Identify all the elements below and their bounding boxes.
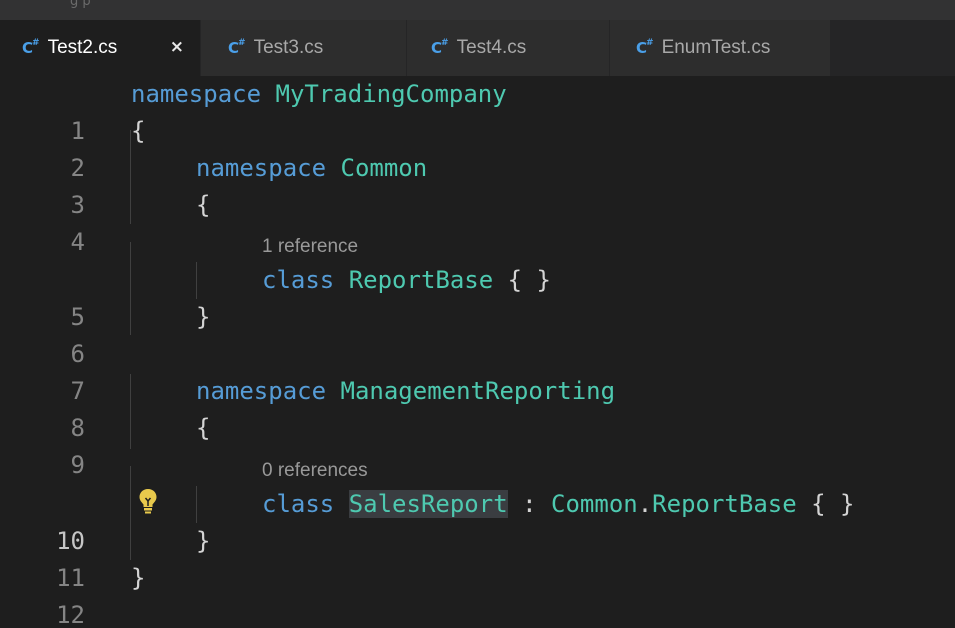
line-number: 9: [70, 451, 85, 479]
line-number: 12: [56, 601, 85, 628]
keyword-class: class: [262, 266, 335, 294]
code-line-6[interactable]: 6 }: [0, 299, 955, 368]
csharp-file-icon: C#: [22, 38, 39, 57]
code-content: class SalesReport : Common.ReportBase { …: [262, 486, 854, 523]
code-line-2[interactable]: 2 {: [0, 113, 955, 182]
class-body: { }: [796, 490, 855, 518]
base-class-reference: ReportBase: [652, 490, 797, 518]
code-line-1[interactable]: 1 namespace MyTradingCompany: [0, 76, 955, 145]
tab-label: Test4.cs: [456, 37, 527, 58]
tab-label: Test3.cs: [253, 37, 324, 58]
close-brace: }: [196, 527, 211, 555]
tab-enumtest[interactable]: C# EnumTest.cs: [610, 20, 830, 76]
code-line-7[interactable]: 7: [0, 336, 955, 405]
keyword-namespace: namespace: [131, 80, 262, 108]
csharp-file-icon: C#: [228, 38, 245, 57]
lightbulb-icon[interactable]: [138, 488, 158, 514]
code-content: namespace Common: [196, 150, 427, 187]
keyword-namespace: namespace: [196, 377, 327, 405]
csharp-file-icon: C#: [636, 38, 653, 57]
tab-test3[interactable]: C# Test3.cs: [201, 20, 406, 76]
code-content: namespace MyTradingCompany: [131, 76, 507, 113]
close-brace: }: [131, 564, 146, 592]
open-brace: {: [196, 191, 211, 219]
code-line-12[interactable]: 12 }: [0, 560, 955, 628]
vscode-window: g p C# Test2.cs × C# Test3.cs C# Test4.c…: [0, 0, 955, 628]
editor-tab-bar: C# Test2.cs × C# Test3.cs C# Test4.cs C#…: [0, 20, 955, 76]
code-line-4[interactable]: 4 {: [0, 187, 955, 256]
code-line-8[interactable]: 8 namespace ManagementReporting: [0, 373, 955, 442]
tab-test2[interactable]: C# Test2.cs ×: [0, 20, 200, 76]
codelens-references[interactable]: 0 references: [262, 458, 368, 484]
class-body: { }: [507, 266, 552, 294]
namespace-name: MyTradingCompany: [275, 80, 507, 108]
code-line-11[interactable]: 11 }: [0, 523, 955, 592]
code-line-3[interactable]: 3 namespace Common: [0, 150, 955, 219]
code-editor[interactable]: 1 namespace MyTradingCompany 2 { 3 names…: [0, 76, 955, 628]
code-content: class ReportBase { }: [262, 262, 551, 299]
colon: :: [507, 490, 552, 518]
code-content: namespace ManagementReporting: [196, 373, 615, 410]
codelens-references[interactable]: 1 reference: [262, 234, 358, 260]
close-brace: }: [196, 303, 211, 331]
line-number: 4: [70, 228, 85, 256]
tab-test4[interactable]: C# Test4.cs: [407, 20, 609, 76]
title-bar-text: g p: [70, 0, 91, 9]
keyword-namespace: namespace: [196, 154, 327, 182]
tab-label: Test2.cs: [47, 37, 118, 58]
code-line-5[interactable]: 5 class ReportBase { }: [0, 262, 955, 331]
class-name: ReportBase: [348, 266, 494, 294]
title-bar: g p: [0, 0, 955, 20]
tab-label: EnumTest.cs: [661, 37, 771, 58]
code-line-9[interactable]: 9 {: [0, 410, 955, 479]
keyword-class: class: [262, 490, 335, 518]
namespace-name: ManagementReporting: [340, 377, 616, 405]
close-icon[interactable]: ×: [170, 37, 184, 57]
class-name-selected[interactable]: SalesReport: [348, 490, 508, 518]
dot: .: [637, 490, 653, 518]
open-brace: {: [131, 117, 146, 145]
namespace-name: Common: [340, 154, 428, 182]
open-brace: {: [196, 414, 211, 442]
namespace-reference: Common: [551, 490, 638, 518]
csharp-file-icon: C#: [431, 38, 448, 57]
